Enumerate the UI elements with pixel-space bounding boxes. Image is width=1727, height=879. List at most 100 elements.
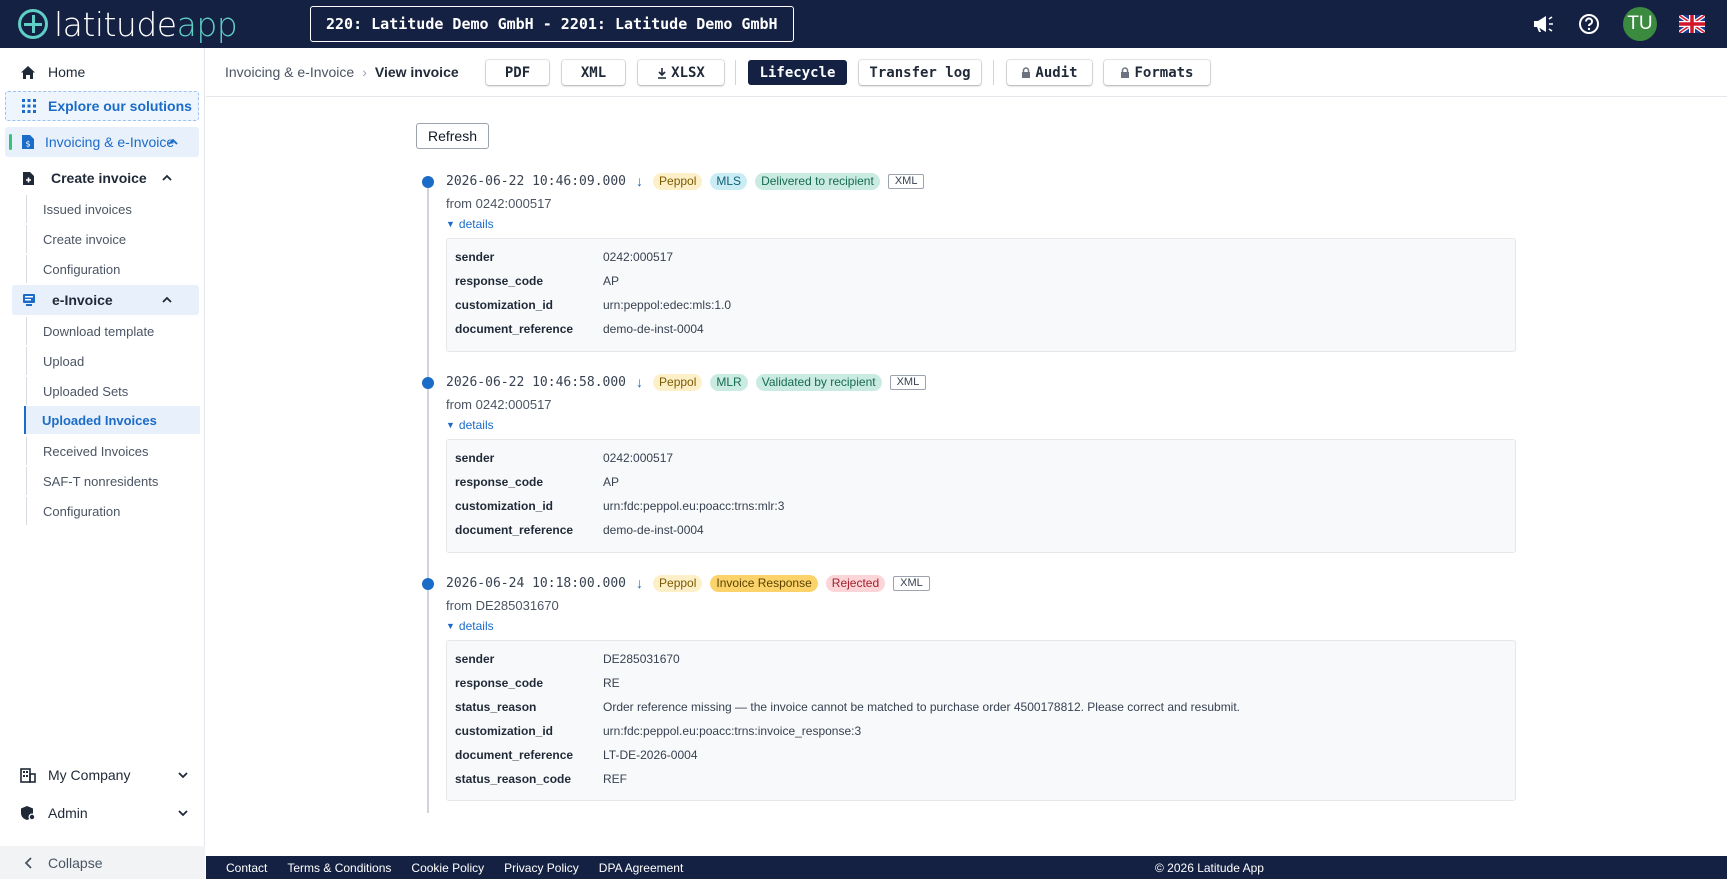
timeline-dot bbox=[422, 578, 434, 590]
brand-logo[interactable]: latitudeapp bbox=[18, 8, 308, 41]
sidebar-group-create-invoice[interactable]: Create invoice bbox=[12, 163, 199, 193]
brand-name: latitude bbox=[54, 4, 177, 44]
event-header: 2026-06-22 10:46:09.000 ↓ Peppol MLS Del… bbox=[446, 172, 925, 190]
collapse-sidebar-button[interactable]: Collapse bbox=[0, 846, 205, 879]
detail-key: document_reference bbox=[455, 322, 574, 336]
footer-link-cookie-policy[interactable]: Cookie Policy bbox=[411, 861, 484, 875]
detail-value: urn:fdc:peppol.eu:poacc:trns:invoice_res… bbox=[603, 724, 862, 738]
footer-link-privacy-policy[interactable]: Privacy Policy bbox=[504, 861, 579, 875]
event-details-panel: sender 0242:000517 response_code AP custom… bbox=[446, 238, 1516, 352]
timeline-dot bbox=[422, 176, 434, 188]
detail-value: 0242:000517 bbox=[603, 451, 674, 465]
sidebar-group-einvoice[interactable]: e-Invoice bbox=[12, 285, 199, 315]
help-icon[interactable] bbox=[1577, 12, 1601, 36]
xml-button[interactable]: XML bbox=[562, 60, 625, 85]
sidebar-item-einvoice-configuration[interactable]: Configuration bbox=[26, 497, 200, 525]
sidebar-item-admin[interactable]: Admin bbox=[0, 796, 205, 830]
detail-key: customization_id bbox=[455, 724, 554, 738]
incoming-arrow-icon: ↓ bbox=[636, 173, 644, 189]
sidebar-item-upload[interactable]: Upload bbox=[26, 347, 200, 375]
event-from: from 0242:000517 bbox=[446, 196, 552, 211]
event-header: 2026-06-22 10:46:58.000 ↓ Peppol MLR Val… bbox=[446, 373, 927, 391]
top-icons: TU bbox=[1531, 0, 1705, 48]
details-toggle[interactable]: ▼ details bbox=[446, 619, 494, 633]
section-label: Invoicing & e-Invoice bbox=[45, 134, 175, 150]
detail-value: 0242:000517 bbox=[603, 250, 674, 264]
sidebar-item-configuration[interactable]: Configuration bbox=[26, 255, 200, 283]
network-badge: Peppol bbox=[653, 373, 703, 391]
detail-row: response_code AP bbox=[455, 473, 619, 491]
sidebar-item-create-invoice[interactable]: Create invoice bbox=[26, 225, 200, 253]
detail-value: LT-DE-2026-0004 bbox=[603, 748, 698, 762]
detail-row: customization_id urn:peppol:edec:mls:1.0 bbox=[455, 296, 731, 314]
breadcrumb-parent[interactable]: Invoicing & e-Invoice bbox=[225, 64, 354, 80]
caret-down-icon: ▼ bbox=[446, 621, 455, 631]
sidebar-item-issued-invoices[interactable]: Issued invoices bbox=[26, 195, 200, 223]
detail-row: status_reason_code REF bbox=[455, 770, 627, 788]
timeline-line bbox=[427, 180, 429, 813]
pdf-button[interactable]: PDF bbox=[486, 60, 549, 85]
tab-transfer-log[interactable]: Transfer log bbox=[859, 60, 981, 85]
sidebar-item-uploaded-invoices[interactable]: Uploaded Invoices bbox=[24, 406, 200, 434]
detail-row: sender 0242:000517 bbox=[455, 248, 673, 266]
detail-row: document_reference demo-de-inst-0004 bbox=[455, 521, 704, 539]
detail-row: response_code RE bbox=[455, 674, 620, 692]
chevron-up-icon[interactable] bbox=[161, 294, 173, 306]
breadcrumb: Invoicing & e-Invoice › View invoice bbox=[225, 64, 459, 80]
chevron-down-icon[interactable] bbox=[177, 807, 189, 819]
tab-formats[interactable]: Formats bbox=[1104, 60, 1210, 85]
lock-icon bbox=[1121, 66, 1130, 78]
detail-row: customization_id urn:fdc:peppol.eu:poacc:… bbox=[455, 722, 861, 740]
chevron-up-icon[interactable] bbox=[161, 172, 173, 184]
type-badge: Invoice Response bbox=[710, 574, 818, 592]
sidebar-item-saft-nonresidents[interactable]: SAF-T nonresidents bbox=[26, 467, 200, 495]
refresh-button[interactable]: Refresh bbox=[416, 123, 489, 149]
detail-row: status_reason Order reference missing — t… bbox=[455, 698, 1240, 716]
xml-link[interactable]: XML bbox=[893, 575, 930, 591]
timeline-dot bbox=[422, 377, 434, 389]
detail-value: AP bbox=[603, 274, 620, 288]
status-badge: Rejected bbox=[825, 574, 886, 592]
footer-link-terms[interactable]: Terms & Conditions bbox=[287, 861, 391, 875]
chevron-down-icon[interactable] bbox=[177, 769, 189, 781]
detail-value: AP bbox=[603, 475, 620, 489]
sidebar-item-my-company[interactable]: My Company bbox=[0, 758, 205, 792]
chevron-up-icon[interactable] bbox=[167, 136, 179, 148]
tab-lifecycle[interactable]: Lifecycle bbox=[748, 60, 847, 85]
sidebar: Home Explore our solutions $ Invoicing &… bbox=[0, 48, 205, 879]
uk-flag-icon[interactable] bbox=[1679, 12, 1705, 36]
detail-row: sender DE285031670 bbox=[455, 650, 680, 668]
sidebar-item-received-invoices[interactable]: Received Invoices bbox=[26, 437, 200, 465]
sidebar-item-download-template[interactable]: Download template bbox=[26, 317, 200, 345]
detail-key: document_reference bbox=[455, 748, 574, 762]
xml-link[interactable]: XML bbox=[889, 374, 927, 390]
megaphone-icon[interactable] bbox=[1531, 12, 1555, 36]
xml-link[interactable]: XML bbox=[887, 173, 925, 189]
detail-value: urn:fdc:peppol.eu:poacc:trns:mlr:3 bbox=[603, 499, 785, 513]
tenant-selector[interactable]: 220: Latitude Demo GmbH - 2201: Latitude… bbox=[310, 6, 794, 42]
details-toggle[interactable]: ▼ details bbox=[446, 217, 494, 231]
sidebar-item-home[interactable]: Home bbox=[0, 58, 205, 86]
collapse-label: Collapse bbox=[48, 854, 103, 871]
top-bar: latitudeapp 220: Latitude Demo GmbH - 22… bbox=[0, 0, 1727, 48]
event-timestamp: 2026-06-22 10:46:58.000 bbox=[446, 374, 627, 390]
sidebar-item-label: Home bbox=[48, 64, 86, 80]
detail-value: Order reference missing — the invoice ca… bbox=[603, 700, 1241, 714]
avatar[interactable]: TU bbox=[1623, 7, 1657, 41]
footer-link-dpa-agreement[interactable]: DPA Agreement bbox=[599, 861, 684, 875]
explore-solutions-button[interactable]: Explore our solutions bbox=[5, 91, 199, 121]
breadcrumb-separator-icon: › bbox=[362, 64, 367, 80]
footer-link-contact[interactable]: Contact bbox=[226, 861, 267, 875]
sidebar-section-invoicing[interactable]: $ Invoicing & e-Invoice bbox=[5, 127, 199, 157]
sidebar-item-label: Admin bbox=[48, 805, 88, 821]
detail-key: sender bbox=[455, 451, 495, 465]
detail-key: response_code bbox=[455, 475, 544, 489]
xlsx-button[interactable]: XLSX bbox=[638, 60, 724, 85]
detail-value: RE bbox=[603, 676, 620, 690]
event-timestamp: 2026-06-24 10:18:00.000 bbox=[446, 575, 627, 591]
details-toggle[interactable]: ▼ details bbox=[446, 418, 494, 432]
sidebar-item-uploaded-sets[interactable]: Uploaded Sets bbox=[26, 377, 200, 405]
details-label: details bbox=[458, 619, 494, 633]
tab-audit[interactable]: Audit bbox=[1007, 60, 1092, 85]
detail-row: document_reference LT-DE-2026-0004 bbox=[455, 746, 698, 764]
